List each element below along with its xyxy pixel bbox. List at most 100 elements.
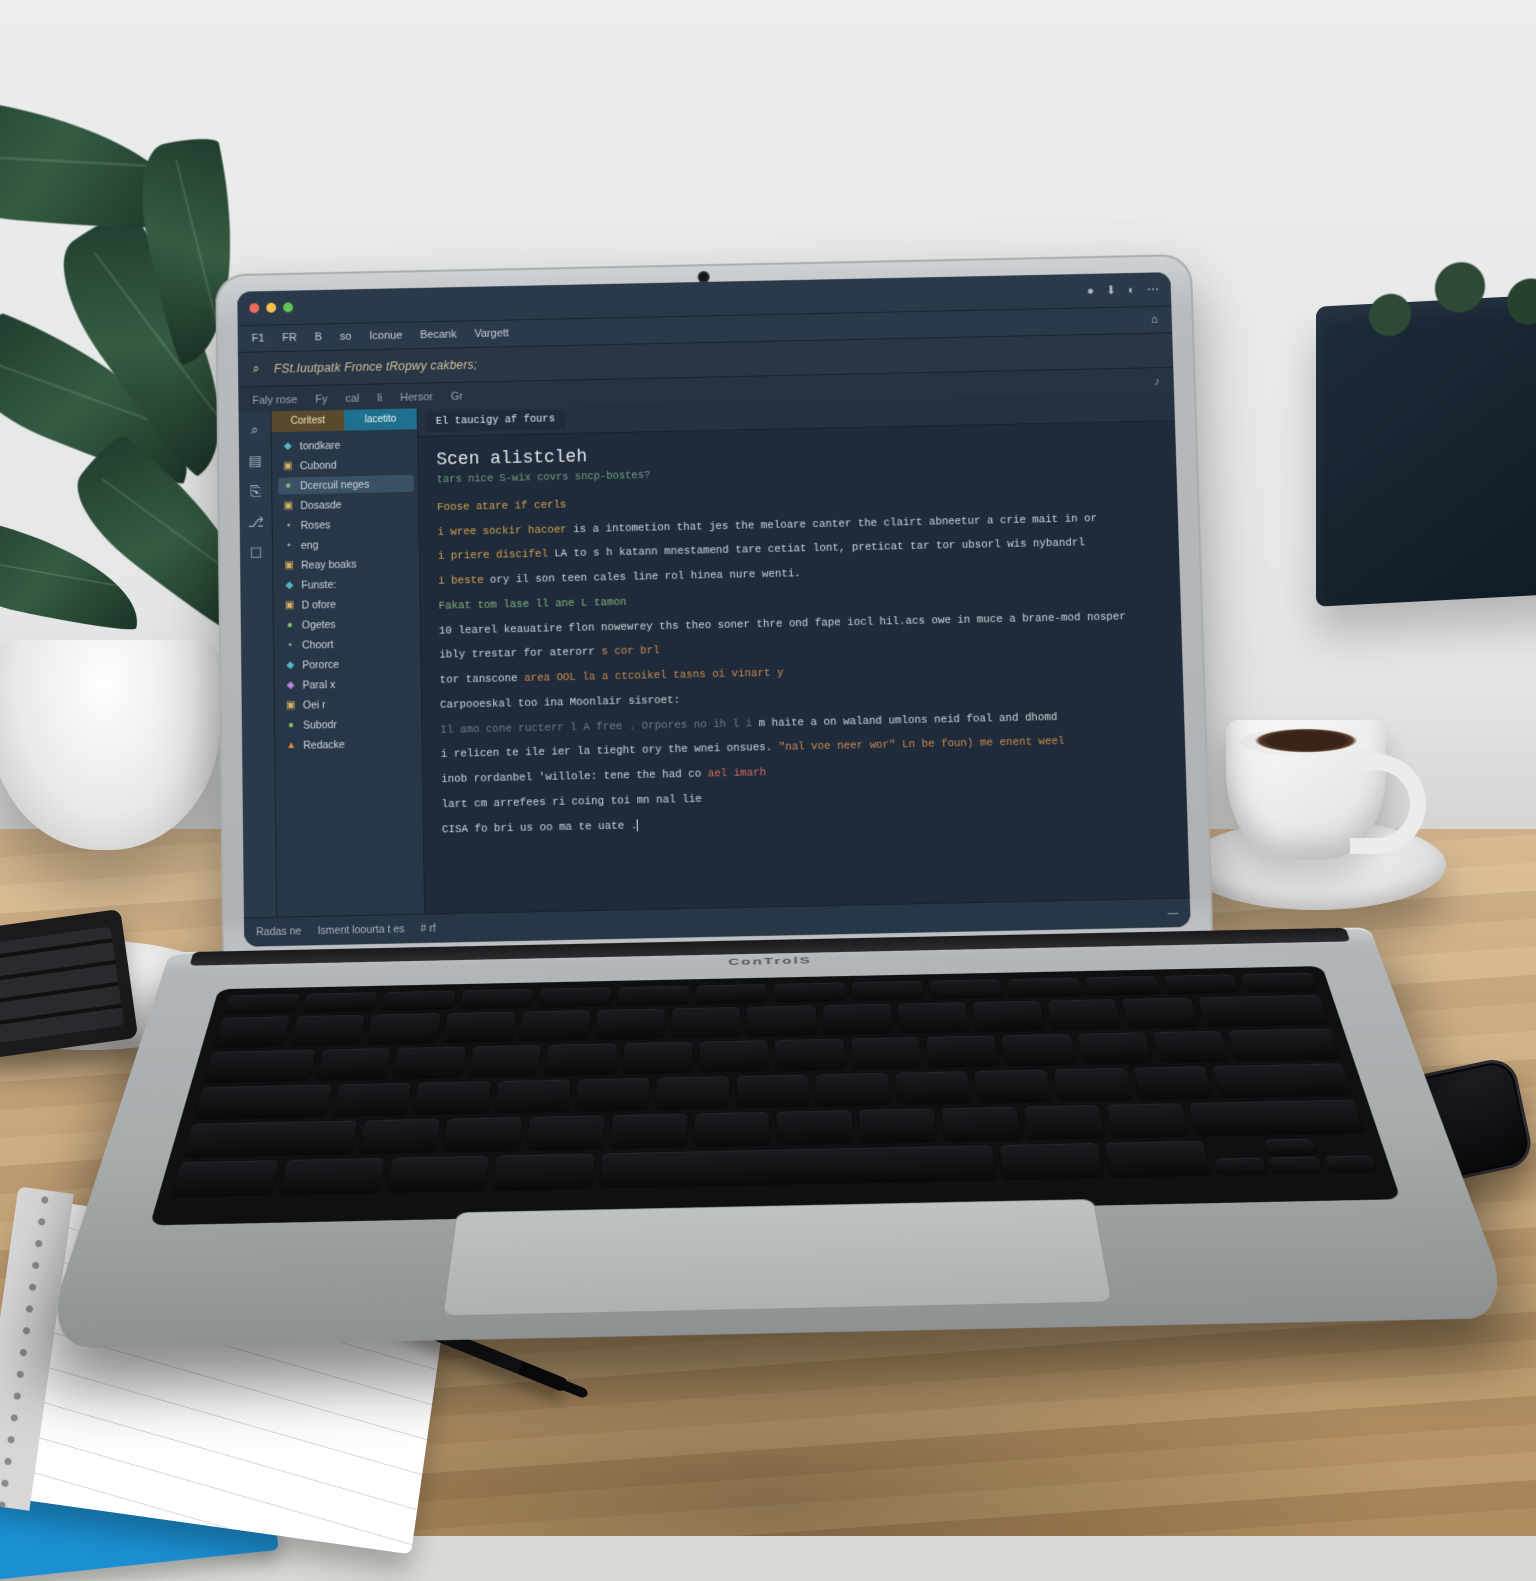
more-icon[interactable]: ⋯ [1147,282,1159,296]
menu-item-5[interactable]: Becank [420,329,457,342]
sidebar-item-11[interactable]: ◆Pororce [280,654,416,674]
key[interactable] [460,989,533,1008]
sidebar-item-9[interactable]: ●Ogetes [280,614,416,634]
key[interactable] [333,1083,411,1115]
key[interactable] [291,1015,366,1045]
user-icon[interactable]: ◐ [1128,283,1136,297]
sidebar-item-3[interactable]: ▣Dosasde [278,495,414,515]
key[interactable] [895,1071,971,1103]
notif-icon[interactable]: ● [1087,284,1095,298]
sidebar-chip-0[interactable]: Coritest [271,410,344,432]
sidebar-item-1[interactable]: ▣Cubond [278,455,414,475]
key[interactable] [1133,1066,1213,1098]
zoom-dot[interactable] [283,302,293,312]
menu-item-6[interactable]: Vargett [474,327,509,340]
key[interactable] [279,1158,384,1193]
key[interactable] [1228,1029,1340,1060]
sidebar-item-4[interactable]: ▪Roses [279,515,415,535]
key[interactable] [469,1045,541,1076]
key[interactable] [414,1081,491,1113]
archive-icon[interactable]: ☐ [250,545,263,562]
key[interactable] [600,1145,996,1186]
trackpad[interactable] [442,1199,1113,1316]
subtab-3[interactable]: li [377,392,382,404]
key[interactable] [1153,1031,1229,1062]
subtab-1[interactable]: Fy [315,393,327,405]
key[interactable] [386,1156,489,1191]
key[interactable] [610,1114,687,1147]
key[interactable] [224,994,300,1013]
sidebar-item-10[interactable]: ▪Choort [280,634,416,654]
editor-body[interactable]: Scen alistcleh tars nice S-wix covrs snc… [418,421,1188,857]
key[interactable] [694,1112,770,1145]
key[interactable] [495,1080,571,1112]
key[interactable] [1077,1032,1152,1063]
key[interactable] [1107,1103,1189,1136]
subtab-5[interactable]: Gr [451,391,463,403]
key[interactable] [442,1117,522,1150]
sidebar-item-15[interactable]: ▲Redacke [281,734,418,754]
key[interactable] [172,1160,279,1195]
key[interactable] [205,1050,316,1082]
sidebar-item-7[interactable]: ◆Funste: [279,574,415,594]
key[interactable] [393,1047,466,1078]
key[interactable] [851,1037,922,1068]
bell-icon[interactable]: ♪ [1154,376,1160,388]
key[interactable] [381,991,455,1010]
key[interactable] [930,979,1003,997]
key[interactable] [926,1036,998,1067]
close-dot[interactable] [249,303,259,313]
key[interactable] [575,1078,649,1110]
key[interactable] [1163,974,1239,992]
key[interactable] [194,1085,332,1118]
clipboard-icon[interactable]: ⎘ [250,483,261,500]
key[interactable] [972,1001,1045,1031]
key[interactable] [1213,1063,1352,1096]
menu-item-2[interactable]: B [315,331,322,343]
key[interactable] [303,992,378,1011]
menu-item-3[interactable]: so [340,331,352,343]
key[interactable] [1189,1100,1364,1135]
key[interactable] [358,1119,439,1153]
key[interactable] [1008,978,1082,996]
sidebar-item-13[interactable]: ▣Oei r [281,694,417,714]
key[interactable] [1000,1143,1104,1178]
sidebar-item-0[interactable]: ◆tondkare [278,435,414,455]
key[interactable] [1085,976,1160,994]
sidebar-item-6[interactable]: ▣Reay boaks [279,554,415,574]
key[interactable] [526,1115,604,1148]
editor-tab-0[interactable]: El taucigy af fours [426,409,565,432]
menu-item-4[interactable]: Iconue [369,330,402,343]
key[interactable] [1002,1034,1076,1065]
key[interactable] [672,1007,741,1037]
key[interactable] [748,1005,817,1035]
sidebar-item-12[interactable]: ◆Paral x [280,674,416,694]
key[interactable] [1197,995,1328,1026]
download-icon[interactable]: ⬇ [1106,283,1116,297]
subtab-4[interactable]: Hersor [400,391,433,404]
key[interactable] [215,1016,291,1046]
key[interactable] [183,1121,357,1156]
sidebar-item-14[interactable]: ●Subodr [281,714,418,734]
key[interactable] [852,981,925,999]
sidebar-item-8[interactable]: ▣D ofore [279,594,415,614]
search-icon[interactable]: ⌕ [251,422,259,439]
key[interactable] [942,1107,1022,1140]
key[interactable] [696,984,767,1002]
key[interactable] [623,1042,693,1073]
status-item-0[interactable]: Radas ne [256,925,301,938]
key[interactable] [443,1012,515,1042]
sidebar-chip-1[interactable]: lacetito [344,408,417,430]
key[interactable] [774,983,846,1001]
key[interactable] [1241,973,1317,991]
key[interactable] [859,1108,937,1141]
key[interactable] [1105,1141,1210,1176]
key[interactable] [595,1009,665,1039]
key[interactable] [897,1002,968,1032]
key[interactable] [1024,1105,1105,1138]
key[interactable] [493,1154,594,1189]
key[interactable] [539,987,612,1006]
branch-icon[interactable]: ⎇ [248,514,264,531]
key[interactable] [519,1010,590,1040]
key[interactable] [1047,999,1121,1029]
